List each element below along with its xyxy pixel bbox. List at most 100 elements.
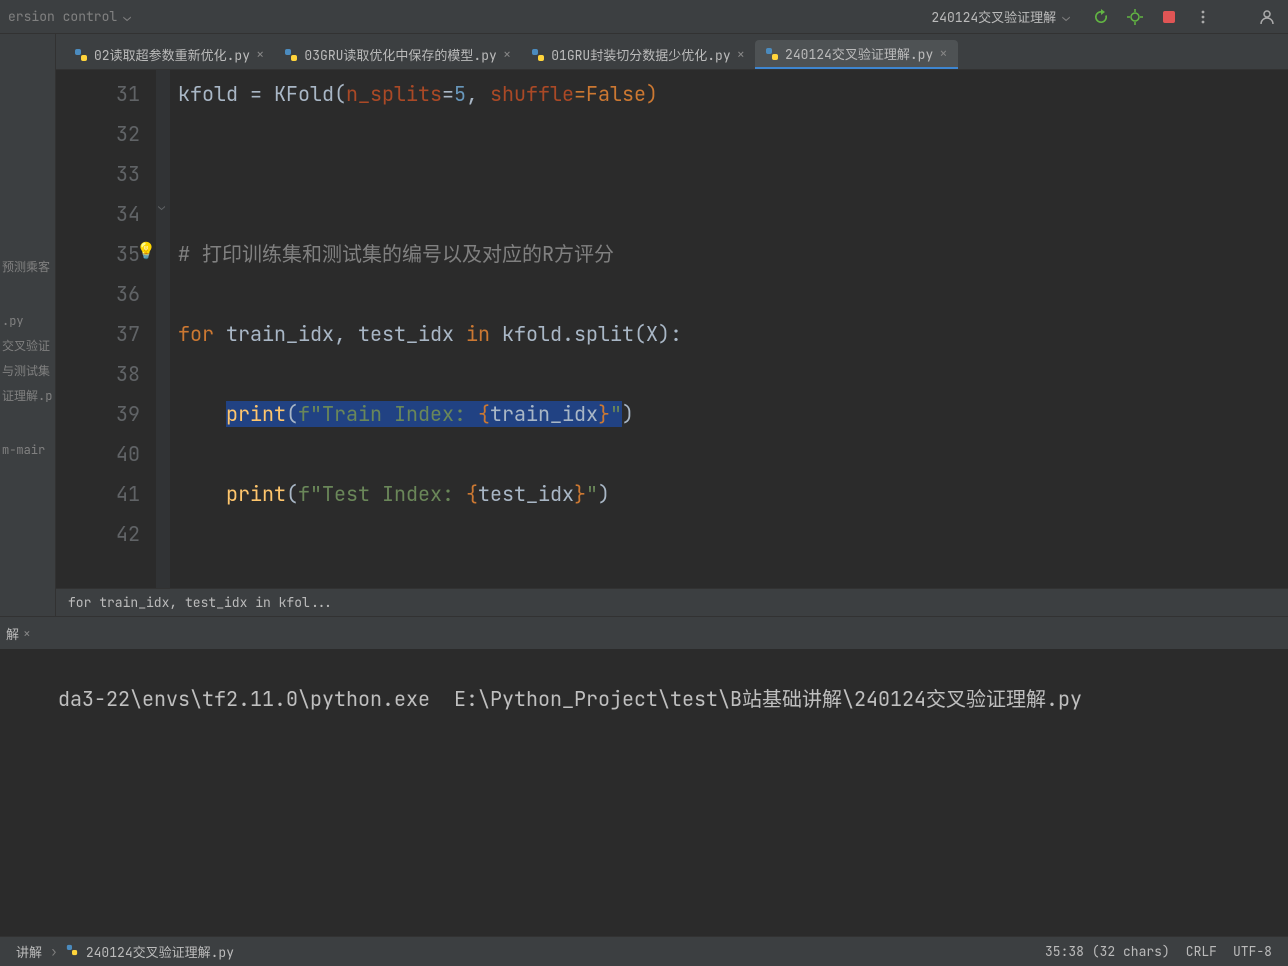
line-separator[interactable]: CRLF (1186, 943, 1217, 960)
code-token: = (250, 81, 274, 107)
sidebar-item[interactable]: 预测乘客 (0, 254, 55, 279)
code-editor[interactable]: 31 32 33 34 35 36 37 38 39 40 41 42 ⌄ 💡 … (56, 70, 1288, 588)
tab-file-1[interactable]: 03GRU读取优化中保存的模型.py × (274, 40, 521, 69)
fold-icon[interactable]: ⌄ (158, 198, 165, 214)
code-token: ( (286, 401, 298, 427)
run-config-selector[interactable]: 240124交叉验证理解 ⌄ (925, 7, 1070, 26)
line-number: 32 (56, 114, 140, 154)
code-token: " (586, 481, 598, 507)
close-icon[interactable]: × (503, 46, 511, 64)
sidebar-item[interactable]: m-mair (0, 438, 55, 462)
code-token: print (226, 401, 286, 427)
status-file[interactable]: 240124交叉验证理解.py (86, 942, 234, 961)
python-icon (531, 48, 545, 62)
breadcrumb-text: for train_idx, test_idx in kfol... (68, 594, 333, 611)
close-icon[interactable]: × (256, 46, 264, 64)
code-token: for (178, 321, 214, 347)
code-token: f"Train Index: (298, 401, 478, 427)
code-token: print (226, 481, 286, 507)
run-tab[interactable]: 解 × (6, 624, 31, 643)
user-icon[interactable] (1254, 4, 1280, 30)
chevron-down-icon: ⌄ (1062, 8, 1070, 25)
code-token: =False) (574, 81, 658, 107)
code-token: , (466, 81, 490, 107)
line-number: 37 (56, 314, 140, 354)
code-token: ( (286, 481, 298, 507)
code-token: n_splits (346, 81, 442, 107)
tab-label: 02读取超参数重新优化.py (94, 45, 250, 64)
version-control-menu[interactable]: ersion control ⌄ (8, 8, 131, 25)
code-token: } (574, 481, 586, 507)
code-area[interactable]: kfold = KFold(n_splits=5, shuffle=False)… (170, 70, 1288, 588)
rerun-button[interactable] (1088, 4, 1114, 30)
tab-label: 03GRU读取优化中保存的模型.py (304, 45, 496, 64)
tab-file-2[interactable]: 01GRU封装切分数据少优化.py × (521, 40, 755, 69)
tab-file-3[interactable]: 240124交叉验证理解.py × (755, 40, 958, 69)
code-token: train_idx (490, 401, 598, 427)
python-icon (66, 943, 78, 960)
code-token: = (442, 81, 454, 107)
code-token: ) (622, 401, 634, 427)
run-config-label: 240124交叉验证理解 (931, 7, 1056, 26)
code-token: f"Test Index: (298, 481, 466, 507)
sidebar-item[interactable]: .py (0, 309, 55, 333)
line-number: 38 (56, 354, 140, 394)
python-icon (74, 48, 88, 62)
tab-label: 240124交叉验证理解.py (785, 44, 933, 63)
console-text: da3-22\envs\tf2.11.0\python.exe E:\Pytho… (58, 686, 1082, 712)
chevron-right-icon: › (50, 943, 58, 960)
line-number: 31 (56, 74, 140, 114)
code-token: { (466, 481, 478, 507)
code-token: KFold (274, 81, 334, 107)
code-token: " (610, 401, 622, 427)
line-number: 39 (56, 394, 140, 434)
line-number: 36 (56, 274, 140, 314)
intention-bulb-icon[interactable]: 💡 (136, 240, 156, 261)
code-token: ( (334, 81, 346, 107)
code-token: ) (598, 481, 610, 507)
code-token: shuffle (490, 81, 574, 107)
python-icon (765, 47, 779, 61)
stop-button[interactable] (1156, 4, 1182, 30)
close-icon[interactable]: × (23, 625, 31, 642)
status-bar: 讲解 › 240124交叉验证理解.py 35:38 (32 chars) CR… (0, 936, 1288, 966)
run-tool-window: 解 × da3-22\envs\tf2.11.0\python.exe E:\P… (0, 616, 1288, 936)
cursor-position[interactable]: 35:38 (32 chars) (1045, 943, 1170, 960)
line-gutter[interactable]: 31 32 33 34 35 36 37 38 39 40 41 42 (56, 70, 156, 588)
fold-gutter: ⌄ (156, 70, 170, 588)
code-token: kfold (178, 81, 250, 107)
run-tabs: 解 × (0, 617, 1288, 649)
code-token: } (598, 401, 610, 427)
status-prefix: 讲解 (16, 942, 42, 961)
editor-tabs: 02读取超参数重新优化.py × 03GRU读取优化中保存的模型.py × 01… (56, 34, 1288, 70)
tab-label: 01GRU封装切分数据少优化.py (551, 45, 730, 64)
code-comment: # 打印训练集和测试集的编号以及对应的R方评分 (178, 241, 614, 267)
code-token: { (478, 401, 490, 427)
code-token: train_idx, test_idx (214, 321, 466, 347)
top-toolbar: ersion control ⌄ 240124交叉验证理解 ⌄ (0, 0, 1288, 34)
breadcrumb-bar[interactable]: for train_idx, test_idx in kfol... (56, 588, 1288, 616)
chevron-down-icon: ⌄ (123, 8, 131, 25)
sidebar-item[interactable]: 与测试集 (0, 358, 55, 383)
file-encoding[interactable]: UTF-8 (1233, 943, 1272, 960)
code-token: kfold.split(X): (490, 321, 682, 347)
line-number: 42 (56, 514, 140, 554)
code-token: test_idx (478, 481, 574, 507)
tab-file-0[interactable]: 02读取超参数重新优化.py × (64, 40, 274, 69)
project-sidebar[interactable]: 预测乘客 .py 交叉验证 与测试集 证理解.p m-mair (0, 34, 56, 616)
python-icon (284, 48, 298, 62)
more-actions-button[interactable] (1190, 4, 1216, 30)
sidebar-item[interactable]: 证理解.p (0, 383, 55, 408)
console-output[interactable]: da3-22\envs\tf2.11.0\python.exe E:\Pytho… (0, 649, 1288, 936)
line-number: 34 (56, 194, 140, 234)
line-number: 33 (56, 154, 140, 194)
version-control-label: ersion control (8, 8, 117, 25)
close-icon[interactable]: × (939, 45, 947, 63)
run-tab-label: 解 (6, 624, 19, 643)
line-number: 35 (56, 234, 140, 274)
code-token: 5 (454, 81, 466, 107)
close-icon[interactable]: × (737, 46, 745, 64)
line-number: 40 (56, 434, 140, 474)
debug-button[interactable] (1122, 4, 1148, 30)
sidebar-item[interactable]: 交叉验证 (0, 333, 55, 358)
